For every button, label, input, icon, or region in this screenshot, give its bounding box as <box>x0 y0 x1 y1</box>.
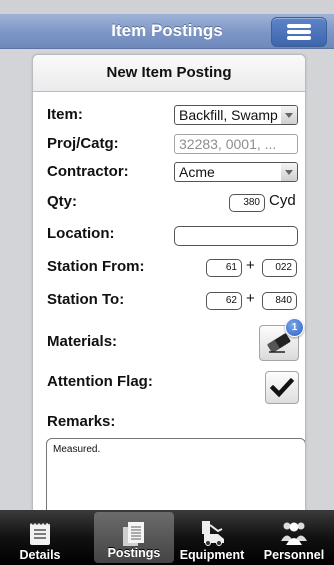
materials-label: Materials: <box>47 333 118 350</box>
documents-icon <box>123 522 144 546</box>
tab-label: Details <box>19 548 61 562</box>
station-from-input-2[interactable]: 022 <box>262 259 297 277</box>
tab-label: Postings <box>107 546 161 560</box>
qty-unit: Cyd <box>269 192 296 209</box>
tab-bar: Details Postings Equipment Personnel <box>0 510 334 565</box>
remarks-textarea[interactable]: Measured. <box>46 438 305 515</box>
personnel-icon <box>281 522 307 545</box>
station-to-label: Station To: <box>47 291 125 308</box>
tab-label: Personnel <box>263 548 325 562</box>
item-select[interactable]: Backfill, Swamp <box>174 105 298 125</box>
contractor-label: Contractor: <box>47 163 129 180</box>
proj-catg-field: 32283, 0001, ... <box>174 134 298 154</box>
menu-button[interactable] <box>271 17 327 47</box>
checkmark-icon <box>269 377 295 398</box>
tab-label: Equipment <box>179 548 245 562</box>
remarks-value: Measured. <box>53 444 101 455</box>
menu-icon <box>287 24 311 28</box>
contractor-select[interactable]: Acme <box>174 162 298 182</box>
location-input[interactable] <box>174 226 298 246</box>
tab-equipment[interactable]: Equipment <box>170 510 254 565</box>
contractor-value: Acme <box>179 164 215 180</box>
chevron-down-icon <box>281 106 297 124</box>
status-bar <box>0 0 334 14</box>
station-from-plus: + <box>246 257 255 274</box>
tab-details[interactable]: Details <box>0 510 80 565</box>
tab-personnel[interactable]: Personnel <box>254 510 334 565</box>
station-from-input-1[interactable]: 61 <box>206 259 242 277</box>
materials-badge: 1 <box>285 318 304 337</box>
menu-icon-bar <box>287 36 311 40</box>
qty-label: Qty: <box>47 193 77 210</box>
attention-flag-label: Attention Flag: <box>47 373 153 390</box>
nav-bar: Item Postings <box>0 14 334 49</box>
location-label: Location: <box>47 225 115 242</box>
menu-icon-bar <box>287 30 311 34</box>
materials-button[interactable]: 1 <box>259 318 304 361</box>
notebook-icon <box>30 521 51 545</box>
station-to-input-2[interactable]: 840 <box>262 292 297 310</box>
attention-flag-checkbox[interactable] <box>265 371 299 404</box>
station-from-label: Station From: <box>47 258 145 275</box>
station-to-input-1[interactable]: 62 <box>206 292 242 310</box>
proj-catg-label: Proj/Catg: <box>47 135 119 152</box>
form-header: New Item Posting <box>33 55 305 92</box>
posting-form: New Item Posting Item: Backfill, Swamp P… <box>32 54 306 515</box>
chevron-down-icon <box>281 163 297 181</box>
item-label: Item: <box>47 106 83 123</box>
equipment-icon <box>202 521 224 546</box>
qty-input[interactable]: 380 <box>229 194 265 212</box>
tab-postings[interactable]: Postings <box>94 512 174 563</box>
proj-catg-value: 32283, 0001, ... <box>179 136 277 152</box>
station-to-plus: + <box>246 290 255 307</box>
remarks-label: Remarks: <box>47 413 116 430</box>
item-value: Backfill, Swamp <box>179 107 278 123</box>
